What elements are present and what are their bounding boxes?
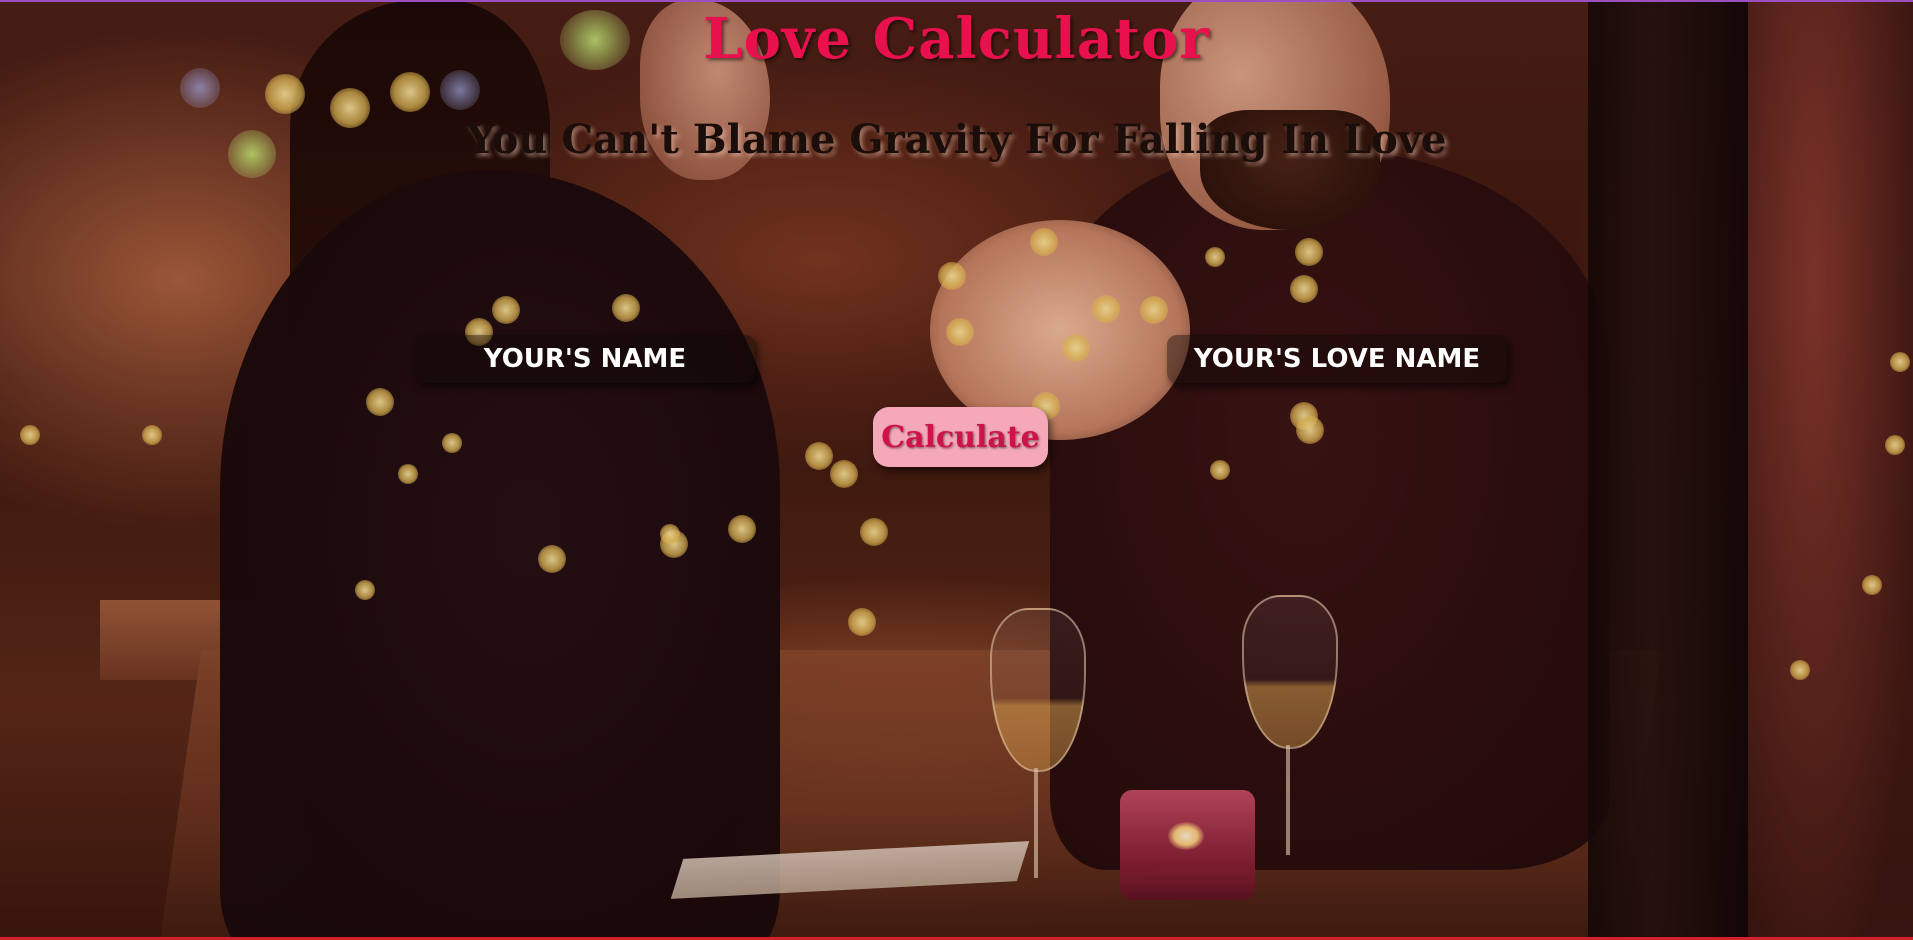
your-name-input[interactable] [415,335,755,383]
love-calculator-page: Love Calculator You Can't Blame Gravity … [0,0,1913,940]
love-name-input[interactable] [1167,335,1507,383]
page-title: Love Calculator [703,6,1210,72]
calculator-form: Love Calculator You Can't Blame Gravity … [0,0,1913,940]
calculate-button[interactable]: Calculate [873,407,1048,467]
page-subtitle: You Can't Blame Gravity For Falling In L… [466,116,1447,163]
